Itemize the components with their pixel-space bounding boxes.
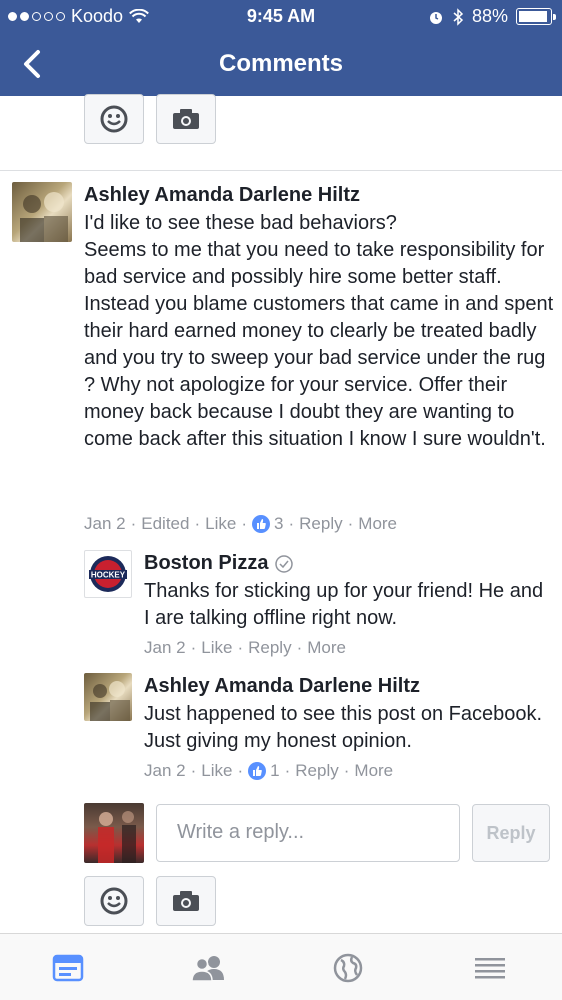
comment-body: I'd like to see these bad behaviors? See… (84, 210, 554, 453)
status-bar: Koodo 9:45 AM 88% (0, 0, 562, 34)
comment-meta: Jan 2 · Like · Reply · More (144, 638, 346, 658)
avatar[interactable] (84, 673, 132, 721)
tab-news-feed[interactable] (48, 950, 88, 986)
nav-bar: Comments (0, 34, 562, 96)
comment-author-row: Boston Pizza (144, 552, 294, 575)
thumbs-up-icon (252, 515, 270, 533)
reply-input[interactable]: Write a reply... (156, 804, 460, 862)
page-avatar[interactable]: HOCKEY (84, 550, 132, 598)
comment-author[interactable]: Boston Pizza (144, 552, 268, 575)
more-link[interactable]: More (307, 638, 346, 658)
logo-text: HOCKEY (91, 571, 126, 580)
battery-percent: 88% (471, 6, 508, 26)
globe-icon (333, 953, 363, 983)
like-count[interactable]: 1 (270, 761, 279, 781)
alarm-icon (429, 11, 442, 24)
like-link[interactable]: Like (201, 761, 232, 781)
status-right: 88% (428, 6, 556, 27)
smiley-icon (100, 105, 128, 133)
comment-date[interactable]: Jan 2 (144, 638, 186, 658)
battery-icon (516, 8, 556, 25)
profile-photo-icon (98, 811, 136, 863)
tab-friends[interactable] (188, 950, 228, 986)
sticker-button[interactable] (84, 876, 144, 926)
like-link[interactable]: Like (205, 514, 236, 534)
reply-link[interactable]: Reply (299, 514, 342, 534)
comment-date[interactable]: Jan 2 (84, 514, 126, 534)
more-link[interactable]: More (354, 761, 393, 781)
comment-meta: Jan 2 · Edited · Like · 3 · Reply · More (84, 514, 398, 534)
photo-button[interactable] (156, 94, 216, 144)
comment-meta: Jan 2 · Like · 1 · Reply · More (144, 761, 394, 781)
like-count[interactable]: 3 (274, 514, 283, 534)
profile-photo-icon (90, 681, 130, 721)
my-avatar (84, 803, 144, 863)
comment-body: Just happened to see this post on Facebo… (144, 703, 543, 752)
verified-check-icon (275, 554, 294, 573)
divider (0, 170, 562, 171)
profile-photo-icon (20, 192, 68, 242)
camera-icon (173, 109, 199, 129)
camera-icon (173, 891, 199, 911)
comment-date[interactable]: Jan 2 (144, 761, 186, 781)
tab-bar (0, 933, 562, 1000)
more-link[interactable]: More (358, 514, 397, 534)
comment-body: Thanks for sticking up for your friend! … (144, 580, 544, 629)
page-title: Comments (218, 50, 344, 77)
sticker-button[interactable] (84, 94, 144, 144)
tab-notifications[interactable] (328, 950, 368, 986)
menu-icon (475, 958, 505, 979)
hockey-logo-icon: HOCKEY (89, 556, 127, 592)
tab-menu[interactable] (470, 950, 510, 986)
reply-link[interactable]: Reply (248, 638, 291, 658)
edited-label[interactable]: Edited (141, 514, 189, 534)
avatar[interactable] (12, 182, 72, 242)
bluetooth-icon (453, 7, 464, 26)
thumbs-up-icon (248, 762, 267, 780)
news-feed-icon (52, 954, 84, 982)
photo-button[interactable] (156, 876, 216, 926)
like-link[interactable]: Like (201, 638, 232, 658)
comment-author[interactable]: Ashley Amanda Darlene Hiltz (84, 184, 360, 207)
smiley-icon (100, 887, 128, 915)
comment-paragraph: I'd like to see these bad behaviors? (84, 212, 397, 234)
comment-paragraph: Seems to me that you need to take respon… (84, 239, 545, 288)
friends-icon (191, 956, 224, 982)
reply-button[interactable]: Reply (472, 804, 550, 862)
comment-author[interactable]: Ashley Amanda Darlene Hiltz (144, 675, 420, 698)
reply-link[interactable]: Reply (295, 761, 338, 781)
comment-paragraph: Instead you blame customers that came in… (84, 293, 554, 450)
